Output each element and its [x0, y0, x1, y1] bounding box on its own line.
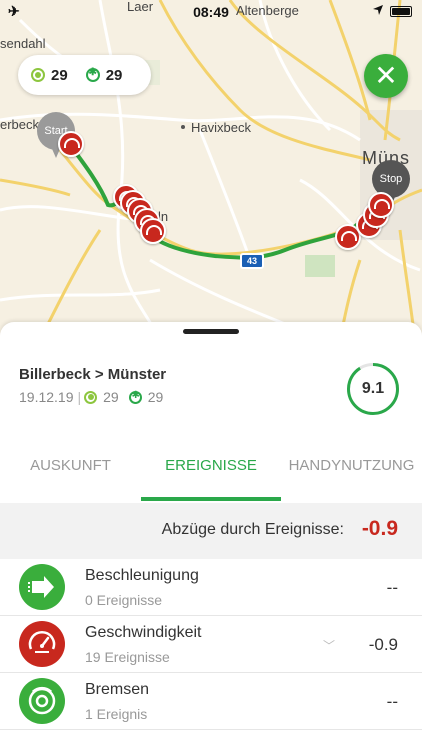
location-icon — [372, 3, 384, 19]
speed-event-marker[interactable] — [58, 131, 84, 157]
status-bar: ✈ 08:49 — [0, 0, 422, 24]
event-value: -- — [386, 578, 398, 597]
route-map[interactable]: Laer Altenberge sendahl erbeck Havixbeck… — [0, 0, 422, 340]
event-count: 0 Ereignisse — [85, 592, 163, 608]
meta-divider: | — [77, 389, 82, 405]
score-star-icon — [85, 67, 100, 82]
tab-ereignisse[interactable]: EREIGNISSE — [141, 447, 281, 503]
event-count: 1 Ereignis — [85, 706, 148, 722]
event-count: 19 Ereignisse — [85, 649, 170, 665]
deductions-value: -0.9 — [361, 517, 398, 540]
close-icon: ✕ — [374, 60, 398, 91]
active-tab-indicator — [141, 497, 281, 501]
event-value: -0.9 — [368, 635, 398, 654]
status-time: 08:49 — [193, 4, 229, 20]
map-label-erbeck: erbeck — [0, 117, 40, 132]
event-name: Geschwindigkeit — [85, 624, 202, 641]
score-dot-icon — [31, 68, 45, 82]
deductions-summary: Abzüge durch Ereignisse: -0.9 — [0, 503, 422, 559]
speed-event-marker[interactable] — [140, 218, 166, 244]
pill-value-a: 29 — [51, 66, 68, 84]
tab-bar: AUSKUNFT EREIGNISSE HANDYNUTZUNG — [0, 447, 422, 503]
map-label-havixbeck: Havixbeck — [191, 120, 251, 135]
speed-event-marker[interactable] — [368, 192, 394, 218]
event-name: Bremsen — [85, 681, 150, 698]
trip-meta: 19.12.19 | 29 29 — [19, 389, 163, 405]
score-star-icon — [128, 390, 142, 404]
trip-date: 19.12.19 — [19, 389, 74, 405]
score-dot-icon — [84, 390, 98, 404]
map-background — [0, 0, 422, 340]
event-row-acceleration[interactable]: Beschleunigung 0 Ereignisse -- — [0, 559, 422, 616]
trip-value-b: 29 — [147, 389, 164, 405]
sheet-grabber[interactable] — [183, 329, 239, 334]
event-value: -- — [386, 692, 398, 711]
speedometer-icon — [19, 621, 65, 667]
trip-title: Billerbeck > Münster — [19, 366, 167, 383]
chevron-down-icon[interactable]: ﹀ — [323, 637, 335, 654]
brake-disc-icon — [19, 678, 65, 724]
tab-auskunft[interactable]: AUSKUNFT — [0, 447, 141, 503]
acceleration-icon — [19, 564, 65, 610]
trip-score-ring: 9.1 — [346, 362, 400, 416]
tab-handynutzung[interactable]: HANDYNUTZUNG — [281, 447, 422, 503]
highway-sign: 43 — [240, 253, 264, 269]
close-button[interactable]: ✕ — [364, 54, 408, 98]
map-score-pill: 29 29 — [18, 55, 151, 95]
event-row-braking[interactable]: Bremsen 1 Ereignis -- — [0, 673, 422, 730]
event-name: Beschleunigung — [85, 567, 199, 584]
pill-value-b: 29 — [105, 66, 123, 84]
trip-value-a: 29 — [103, 389, 119, 405]
event-row-speed[interactable]: Geschwindigkeit 19 Ereignisse ﹀ -0.9 — [0, 616, 422, 673]
trip-detail-sheet: Billerbeck > Münster 19.12.19 | 29 29 9.… — [0, 322, 422, 750]
trip-score: 9.1 — [361, 380, 385, 397]
deductions-label: Abzüge durch Ereignisse: — [161, 521, 344, 538]
battery-icon — [390, 6, 412, 17]
map-label-sendahl: sendahl — [0, 36, 46, 51]
